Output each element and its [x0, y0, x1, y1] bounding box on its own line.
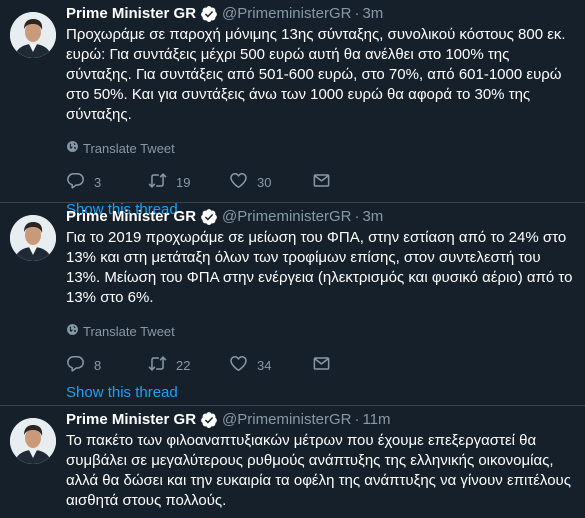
- retweet-icon: [148, 354, 167, 376]
- author-handle[interactable]: @PrimeministerGR: [222, 207, 351, 227]
- message-icon: [312, 171, 331, 193]
- separator-dot: ·: [354, 5, 360, 22]
- tweet-actions: 3 19 30: [66, 172, 575, 192]
- timestamp[interactable]: 11m: [362, 410, 390, 430]
- like-button[interactable]: 34: [229, 354, 312, 376]
- timestamp[interactable]: 3m: [362, 207, 383, 227]
- author-name[interactable]: Prime Minister GR: [66, 207, 196, 227]
- tweet-text: Προχωράμε σε παροχή μόνιμης 13ης σύνταξη…: [66, 26, 566, 123]
- tweet-header: Prime Minister GR @PrimeministerGR · 3m: [66, 203, 575, 227]
- tweet-text: Για το 2019 προχωράμε σε μείωση του ΦΠΑ,…: [66, 229, 573, 306]
- translate-tweet-link[interactable]: Translate Tweet: [66, 323, 575, 341]
- avatar-image: [10, 215, 56, 261]
- tweet-actions: 8 22 34: [66, 355, 575, 375]
- globe-icon: [66, 140, 83, 158]
- tweet[interactable]: Prime Minister GR @PrimeministerGR · 3m …: [0, 203, 585, 406]
- separator-dot: ·: [354, 411, 360, 428]
- like-icon: [229, 354, 248, 376]
- verified-badge-icon: [200, 411, 218, 429]
- like-button[interactable]: 30: [229, 171, 312, 193]
- reply-count: 8: [94, 357, 102, 373]
- verified-badge-icon: [200, 5, 218, 23]
- reply-button[interactable]: 8: [66, 354, 148, 376]
- retweet-count: 22: [176, 357, 191, 373]
- verified-badge-icon: [200, 208, 218, 226]
- tweet-header: Prime Minister GR @PrimeministerGR · 3m: [66, 0, 575, 24]
- author-name[interactable]: Prime Minister GR: [66, 4, 196, 24]
- reply-icon: [66, 171, 85, 193]
- author-handle[interactable]: @PrimeministerGR: [222, 410, 351, 430]
- avatar[interactable]: [10, 215, 56, 261]
- direct-message-button[interactable]: [312, 171, 331, 193]
- like-count: 34: [257, 357, 272, 373]
- translate-tweet-link[interactable]: Translate Tweet: [66, 140, 575, 158]
- tweet-text: Το πακέτο των φιλοαναπτυξιακών μέτρων πο…: [66, 432, 571, 509]
- author-name[interactable]: Prime Minister GR: [66, 410, 196, 430]
- timestamp[interactable]: 3m: [362, 4, 383, 24]
- reply-button[interactable]: 3: [66, 171, 148, 193]
- retweet-button[interactable]: 22: [148, 354, 229, 376]
- retweet-count: 19: [176, 174, 191, 190]
- retweet-icon: [148, 171, 167, 193]
- like-count: 30: [257, 174, 272, 190]
- translate-label: Translate Tweet: [83, 141, 175, 156]
- avatar[interactable]: [10, 418, 56, 464]
- message-icon: [312, 354, 331, 376]
- tweet[interactable]: Prime Minister GR @PrimeministerGR · 3m …: [0, 0, 585, 218]
- author-handle[interactable]: @PrimeministerGR: [222, 4, 351, 24]
- separator-dot: ·: [354, 208, 360, 225]
- translate-label: Translate Tweet: [83, 324, 175, 339]
- like-icon: [229, 171, 248, 193]
- direct-message-button[interactable]: [312, 354, 331, 376]
- avatar-image: [10, 418, 56, 464]
- retweet-button[interactable]: 19: [148, 171, 229, 193]
- avatar-image: [10, 12, 56, 58]
- tweet-header: Prime Minister GR @PrimeministerGR · 11m: [66, 406, 575, 430]
- reply-count: 3: [94, 174, 102, 190]
- globe-icon: [66, 323, 83, 341]
- tweet[interactable]: Prime Minister GR @PrimeministerGR · 11m…: [0, 406, 585, 511]
- timeline: Prime Minister GR @PrimeministerGR · 3m …: [0, 0, 585, 511]
- reply-icon: [66, 354, 85, 376]
- avatar[interactable]: [10, 12, 56, 58]
